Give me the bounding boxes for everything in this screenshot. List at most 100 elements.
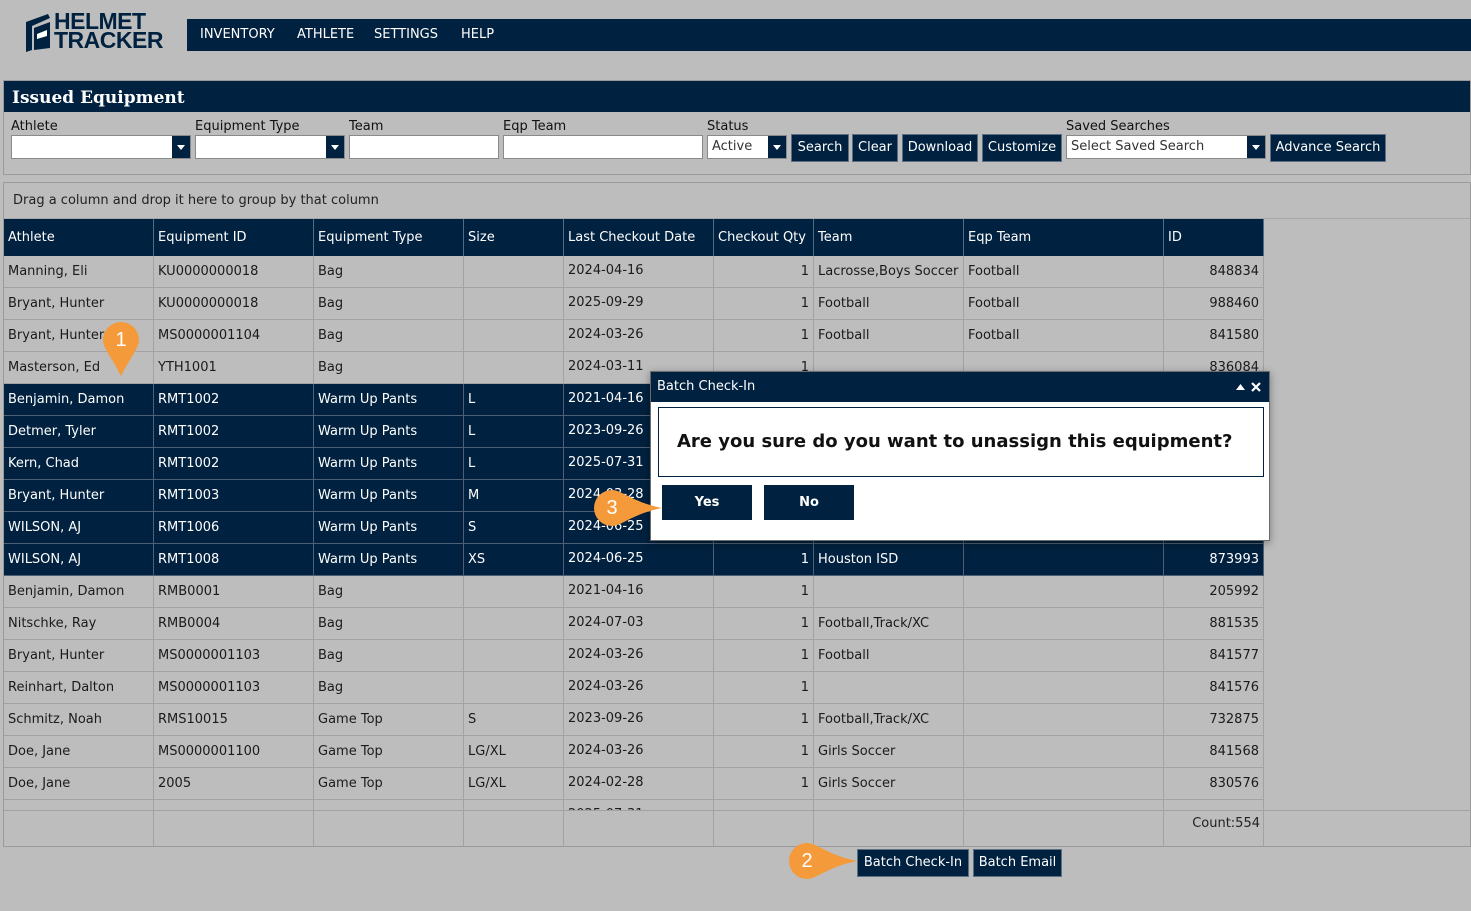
cell-equipment-type: Warm Up Pants [314, 416, 464, 448]
helmet-logo-icon [26, 14, 50, 52]
nav-athlete[interactable]: ATHLETE [297, 19, 354, 51]
cell-equipment-id: MS0000001100 [154, 736, 314, 768]
column-header-team[interactable]: Team [814, 219, 964, 256]
cell-size: S [464, 704, 564, 736]
athlete-combobox[interactable] [11, 135, 191, 159]
cell-size [464, 640, 564, 672]
cell-last-checkout-date: 2024-03-26 [564, 672, 714, 704]
eqp-team-input[interactable] [503, 135, 703, 159]
step-marker-2: 2 [789, 843, 857, 879]
marker-label: 3 [606, 497, 618, 519]
group-by-bar[interactable]: Drag a column and drop it here to group … [4, 183, 1470, 219]
cell-checkout-qty: 1 [714, 576, 814, 608]
table-row[interactable]: Bryant, Hunter KU0000000018 Bag 2025-09-29 1… [4, 288, 1264, 320]
footer-cell [814, 811, 964, 846]
cell-athlete: Bryant, Hunter [4, 288, 154, 320]
cell-equipment-type: Bag [314, 352, 464, 384]
column-header-equipment-id[interactable]: Equipment ID [154, 219, 314, 256]
column-header-size[interactable]: Size [464, 219, 564, 256]
table-row[interactable]: Reinhart, Dalton MS0000001103 Bag 2024-03-2… [4, 672, 1264, 704]
cell-athlete: Doe, Jane [4, 736, 154, 768]
chevron-down-icon[interactable] [768, 136, 786, 158]
column-header-id[interactable]: ID [1164, 219, 1264, 256]
cell-equipment-type: Warm Up Pants [314, 384, 464, 416]
cell-id: 841568 [1164, 736, 1264, 768]
cell-equipment-id: RMT1002 [154, 416, 314, 448]
cell-equipment-type: Bag [314, 640, 464, 672]
column-header-athlete[interactable]: Athlete [4, 219, 154, 256]
search-button[interactable]: Search [791, 134, 849, 162]
grid-footer: Count:554 [4, 810, 1470, 846]
cell-size: L [464, 384, 564, 416]
footer-cell [314, 811, 464, 846]
table-row[interactable]: Nitschke, Ray RMB0004 Bag 2024-07-03 1 Footba… [4, 608, 1264, 640]
cell-equipment-id: MS0000001103 [154, 640, 314, 672]
cell-team: Girls Soccer [814, 736, 964, 768]
cell-equipment-id: RMS10015 [154, 704, 314, 736]
cell-equipment-type: Warm Up Pants [314, 480, 464, 512]
cell-id: 848834 [1164, 256, 1264, 288]
cell-checkout-qty: 1 [714, 736, 814, 768]
table-row[interactable]: WILSON, AJ RMT1008 Warm Up Pants XS 2024-06-… [4, 544, 1264, 576]
table-row[interactable]: Benjamin, Damon RMB0001 Bag 2021-04-16 1 2059… [4, 576, 1264, 608]
cell-team: Football,Track/XC [814, 608, 964, 640]
cell-id: 873993 [1164, 544, 1264, 576]
cell-athlete: WILSON, AJ [4, 544, 154, 576]
footer-cell [964, 811, 1164, 846]
collapse-icon[interactable] [1236, 383, 1245, 391]
table-row[interactable]: Bryant, Hunter MS0000001104 Bag 2024-03-26 1… [4, 320, 1264, 352]
batch-email-button[interactable]: Batch Email [973, 849, 1062, 877]
cell-equipment-id: RMT1002 [154, 448, 314, 480]
chevron-down-icon[interactable] [326, 136, 344, 158]
column-header-eqp-team[interactable]: Eqp Team [964, 219, 1164, 256]
team-input[interactable] [349, 135, 499, 159]
customize-button[interactable]: Customize [982, 134, 1062, 162]
cell-last-checkout-date: 2024-02-28 [564, 768, 714, 800]
clear-button[interactable]: Clear [852, 134, 898, 162]
table-row[interactable]: Bryant, Hunter MS0000001103 Bag 2024-03-26 1… [4, 640, 1264, 672]
step-marker-1: 1 [103, 322, 139, 377]
footer-cell [154, 811, 314, 846]
cell-id: 988460 [1164, 288, 1264, 320]
cell-equipment-type: Bag [314, 320, 464, 352]
column-header-last-checkout-date[interactable]: Last Checkout Date [564, 219, 714, 256]
chevron-down-icon[interactable] [1247, 136, 1265, 158]
nav-help[interactable]: HELP [461, 19, 494, 51]
download-button[interactable]: Download [902, 134, 978, 162]
marker-label: 2 [801, 850, 813, 872]
cell-last-checkout-date: 2021-04-16 [564, 576, 714, 608]
cell-team [814, 576, 964, 608]
column-header-checkout-qty[interactable]: Checkout Qty [714, 219, 814, 256]
chevron-down-icon[interactable] [172, 136, 190, 158]
equipment-type-combobox[interactable] [195, 135, 345, 159]
table-row[interactable]: Doe, Jane MS0000001100 Game Top LG/XL 2024-0… [4, 736, 1264, 768]
cell-athlete: Kern, Chad [4, 448, 154, 480]
batch-check-in-button[interactable]: Batch Check-In [857, 849, 969, 877]
cell-team [814, 672, 964, 704]
saved-searches-select[interactable]: Select Saved Search [1066, 135, 1266, 159]
cell-id: 841577 [1164, 640, 1264, 672]
cell-equipment-id: KU0000000018 [154, 256, 314, 288]
yes-button[interactable]: Yes [662, 485, 752, 520]
nav-settings[interactable]: SETTINGS [374, 19, 438, 51]
cell-id: 841576 [1164, 672, 1264, 704]
advance-search-button[interactable]: Advance Search [1270, 134, 1386, 162]
table-row[interactable]: Schmitz, Noah RMS10015 Game Top S 2023-09-26… [4, 704, 1264, 736]
cell-athlete: Detmer, Tyler [4, 416, 154, 448]
table-row[interactable]: Manning, Eli KU0000000018 Bag 2024-04-16 1 La… [4, 256, 1264, 288]
cell-equipment-type: Warm Up Pants [314, 448, 464, 480]
column-header-equipment-type[interactable]: Equipment Type [314, 219, 464, 256]
status-value: Active [712, 139, 753, 154]
cell-equipment-id: MS0000001104 [154, 320, 314, 352]
close-icon[interactable] [1251, 382, 1261, 392]
table-row[interactable]: Doe, Jane 2005 Game Top LG/XL 2024-02-28 1 Gir… [4, 768, 1264, 800]
nav-inventory[interactable]: INVENTORY [200, 19, 275, 51]
status-select[interactable]: Active [707, 135, 787, 159]
cell-athlete: Benjamin, Damon [4, 576, 154, 608]
helmet-tracker-logo[interactable]: HELMET TRACKER [26, 10, 166, 56]
no-button[interactable]: No [764, 485, 854, 520]
cell-last-checkout-date: 2024-06-25 [564, 544, 714, 576]
cell-equipment-id: RMT1002 [154, 384, 314, 416]
footer-cell [4, 811, 154, 846]
cell-last-checkout-date: 2024-04-16 [564, 256, 714, 288]
